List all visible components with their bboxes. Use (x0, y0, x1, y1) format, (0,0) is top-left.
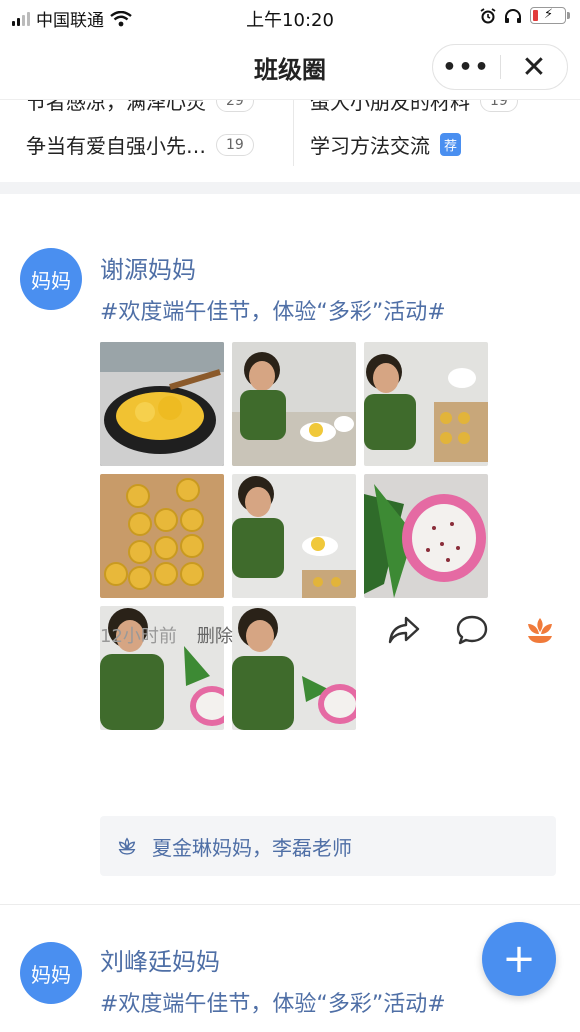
add-post-button[interactable]: + (482, 922, 556, 996)
topic-label: 争当有爱自强小先… (26, 134, 206, 158)
post-text[interactable]: #欢度端午佳节，体验“多彩”活动# (100, 986, 446, 1018)
topic-list: 节者感凉，满泽心灵 29 蛋大小朋友的材料 19 争当有爱自强小先… 19 学习… (0, 100, 580, 182)
recommend-badge: 荐 (440, 133, 462, 156)
topic-label: 蛋大小朋友的材料 (310, 100, 470, 114)
flower-outline-icon (118, 837, 136, 855)
post-time: 12小时前 (100, 626, 177, 647)
topic-label: 学习方法交流 (310, 134, 430, 158)
child-shaping-cakes-image[interactable] (364, 342, 488, 466)
author-name[interactable]: 刘峰廷妈妈 (100, 942, 220, 977)
topic-count: 19 (480, 100, 518, 112)
wok-frying-image[interactable] (100, 342, 224, 466)
avatar[interactable]: 妈妈 (20, 942, 82, 1004)
share-icon[interactable] (386, 612, 422, 648)
topic-item[interactable]: 节者感凉，满泽心灵 29 (26, 100, 254, 115)
cakes-on-board-image[interactable] (100, 474, 224, 598)
topic-count: 19 (216, 133, 254, 156)
child-rolling-dough-image[interactable] (232, 474, 356, 598)
child-making-dough-image[interactable] (232, 342, 356, 466)
section-separator (0, 182, 580, 194)
comment-icon[interactable] (454, 612, 490, 648)
alarm-icon (480, 7, 496, 23)
topic-divider (293, 100, 294, 166)
status-right: ⚡ (480, 7, 570, 24)
post-meta: 12小时前 删除 (100, 622, 233, 648)
plus-icon: + (502, 936, 536, 982)
likes-panel: 夏金琳妈妈，李磊老师 (100, 816, 556, 876)
avatar[interactable]: 妈妈 (20, 248, 82, 310)
nav-bar: 班级圈 ••• ✕ (0, 36, 580, 100)
more-button[interactable]: ••• (433, 55, 500, 80)
likes-names[interactable]: 夏金琳妈妈，李磊老师 (152, 832, 352, 861)
topic-label: 节者感凉，满泽心灵 (26, 100, 206, 114)
topic-item[interactable]: 学习方法交流 荐 (310, 130, 462, 159)
author-name[interactable]: 谢源妈妈 (100, 250, 196, 285)
topic-count: 29 (216, 100, 254, 112)
post-divider (0, 904, 580, 905)
battery-icon: ⚡ (530, 7, 570, 24)
delete-button[interactable]: 删除 (197, 622, 233, 648)
rice-bowl-image[interactable] (364, 474, 488, 598)
close-button[interactable]: ✕ (501, 50, 567, 85)
mini-program-capsule: ••• ✕ (432, 44, 568, 90)
topic-item[interactable]: 争当有爱自强小先… 19 (26, 130, 254, 159)
child-tying-zongzi-image[interactable] (232, 606, 356, 730)
status-bar: 中国联通 上午10:20 ⚡ (0, 0, 580, 36)
headphones-icon (505, 8, 521, 23)
post-text[interactable]: #欢度端午佳节，体验“多彩”活动# (100, 294, 446, 326)
topic-item[interactable]: 蛋大小朋友的材料 19 (310, 100, 518, 115)
flower-like-icon[interactable] (522, 612, 558, 648)
